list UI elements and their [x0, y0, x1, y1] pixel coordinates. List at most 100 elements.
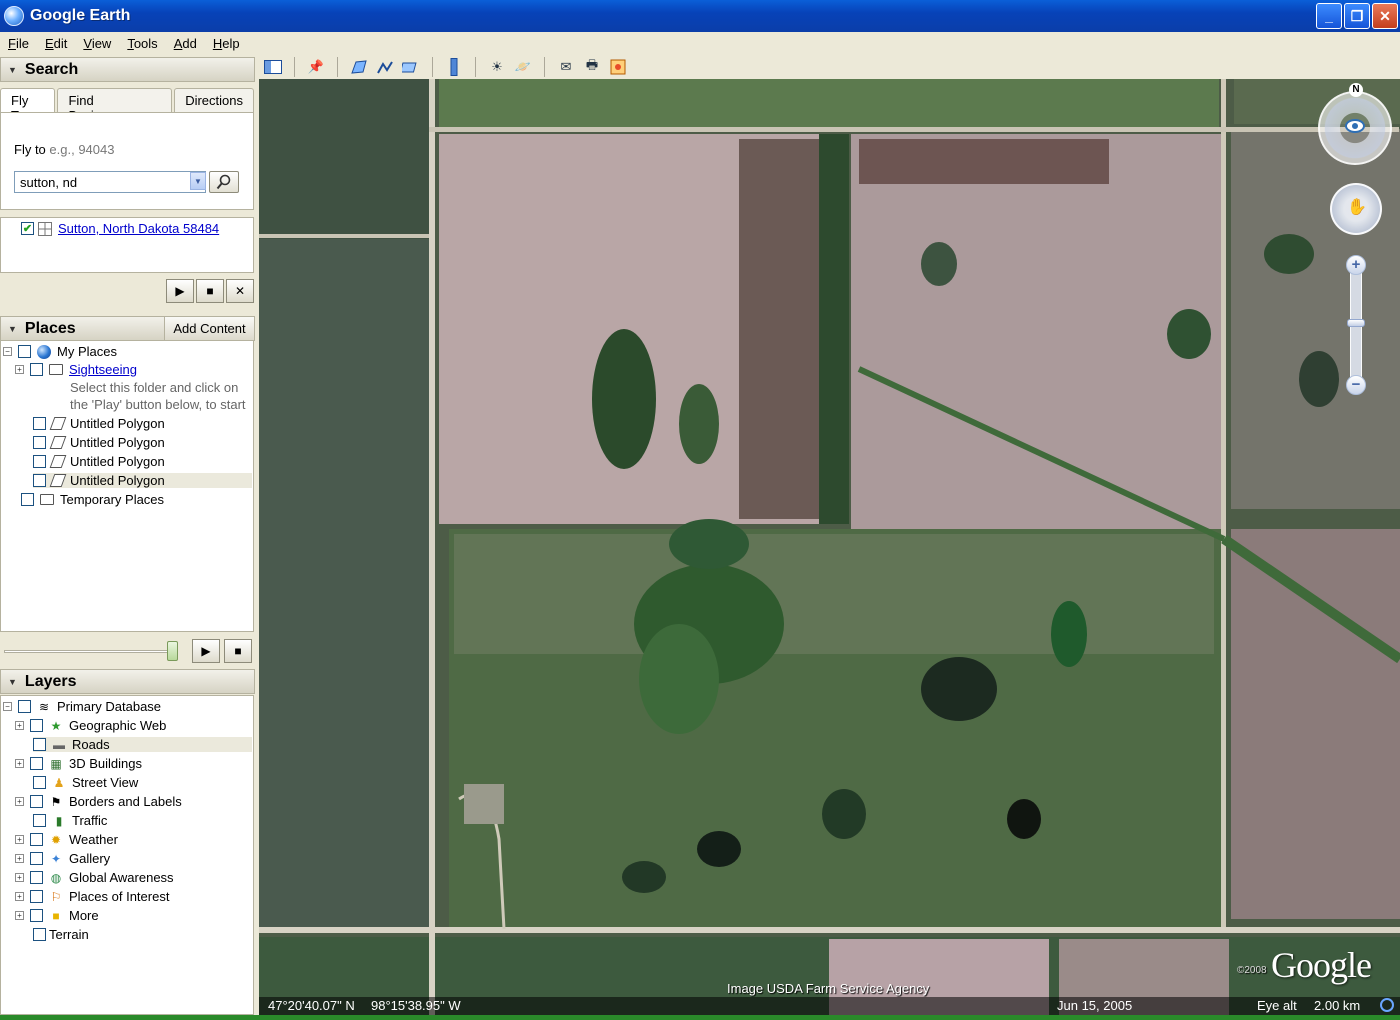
layer-checkbox[interactable] [33, 928, 46, 941]
layer-checkbox[interactable] [33, 776, 46, 789]
tour-speed-slider[interactable] [4, 650, 174, 653]
clear-results-button[interactable]: ✕ [226, 279, 254, 303]
zoom-thumb[interactable] [1347, 319, 1365, 327]
tree-item-polygon[interactable]: Untitled Polygon [33, 416, 165, 431]
stop-button[interactable]: ■ [196, 279, 224, 303]
zoom-out-button[interactable]: − [1346, 375, 1366, 395]
collapse-triangle-icon[interactable]: ▼ [8, 65, 17, 75]
layer-primary-database[interactable]: − ≋ Primary Database [3, 699, 161, 714]
tree-item-polygon[interactable]: Untitled Polygon [33, 454, 165, 469]
fly-to-input[interactable]: sutton, nd [14, 171, 206, 193]
close-button[interactable]: ✕ [1372, 3, 1398, 29]
menu-help[interactable]: Help [205, 36, 248, 51]
tree-checkbox[interactable] [18, 345, 31, 358]
tree-checkbox[interactable] [33, 474, 46, 487]
tree-item-my-places[interactable]: − My Places [3, 344, 117, 359]
map-view-icon[interactable] [607, 57, 629, 77]
expander-icon[interactable]: + [15, 873, 24, 882]
expander-icon[interactable]: + [15, 854, 24, 863]
add-content-button[interactable]: Add Content [164, 317, 254, 340]
play-button[interactable]: ▶ [166, 279, 194, 303]
layer-checkbox[interactable] [30, 890, 43, 903]
expander-icon[interactable]: + [15, 835, 24, 844]
tree-checkbox[interactable] [33, 455, 46, 468]
ruler-icon[interactable] [443, 57, 465, 77]
layer-checkbox[interactable] [33, 814, 46, 827]
layer-weather[interactable]: + ✹ Weather [15, 832, 118, 847]
layer-terrain[interactable]: Terrain [33, 927, 89, 942]
places-panel-header[interactable]: ▼ Places Add Content [0, 316, 255, 341]
layer-places-of-interest[interactable]: + ⚐ Places of Interest [15, 889, 169, 904]
collapse-triangle-icon[interactable]: ▼ [8, 324, 17, 334]
add-path-icon[interactable] [374, 57, 396, 77]
layer-checkbox[interactable] [18, 700, 31, 713]
result-checkbox[interactable]: ✔ [21, 222, 34, 235]
layers-panel-header[interactable]: ▼ Layers [0, 669, 255, 694]
sidebar-toggle-icon[interactable] [262, 57, 284, 77]
hand-icon[interactable]: ✋ [1347, 199, 1367, 217]
placemark-icon[interactable]: 📌 [305, 57, 327, 77]
layer-borders-labels[interactable]: + ⚑ Borders and Labels [15, 794, 182, 809]
layer-global-awareness[interactable]: + ◍ Global Awareness [15, 870, 174, 885]
maximize-button[interactable]: ❐ [1344, 3, 1370, 29]
eye-icon[interactable] [1345, 119, 1365, 133]
add-polygon-icon[interactable] [348, 57, 370, 77]
expander-icon[interactable]: − [3, 347, 12, 356]
tree-item-polygon[interactable]: Untitled Polygon [33, 473, 252, 488]
search-result-item[interactable]: ✔ Sutton, North Dakota 58484 [6, 221, 219, 236]
layer-checkbox[interactable] [30, 909, 43, 922]
expander-icon[interactable]: + [15, 721, 24, 730]
expander-icon[interactable]: + [15, 759, 24, 768]
search-button[interactable] [209, 171, 239, 193]
expander-icon[interactable]: + [15, 911, 24, 920]
layer-traffic[interactable]: ▮ Traffic [33, 813, 107, 828]
tree-item-sightseeing[interactable]: + Sightseeing [15, 362, 137, 377]
planet-icon[interactable]: 🪐 [512, 57, 534, 77]
places-stop-button[interactable]: ■ [224, 639, 252, 663]
layer-checkbox[interactable] [30, 871, 43, 884]
tree-checkbox[interactable] [33, 417, 46, 430]
print-icon[interactable]: 🖶 [581, 57, 603, 77]
layer-checkbox[interactable] [30, 852, 43, 865]
layer-checkbox[interactable] [30, 795, 43, 808]
tab-find-businesses[interactable]: Find Businesses [57, 88, 173, 123]
tree-checkbox[interactable] [21, 493, 34, 506]
layer-gallery[interactable]: + ✦ Gallery [15, 851, 110, 866]
layer-checkbox[interactable] [30, 757, 43, 770]
layer-roads[interactable]: ▬ Roads [33, 737, 252, 752]
search-panel-header[interactable]: ▼ Search [0, 57, 255, 82]
tree-item-temporary-places[interactable]: Temporary Places [21, 492, 164, 507]
expander-icon[interactable]: + [15, 797, 24, 806]
north-indicator[interactable]: N [1349, 83, 1363, 97]
layer-street-view[interactable]: ♟ Street View [33, 775, 138, 790]
tab-directions[interactable]: Directions [174, 88, 254, 112]
result-link[interactable]: Sutton, North Dakota 58484 [58, 221, 219, 236]
expander-icon[interactable]: + [15, 892, 24, 901]
places-play-button[interactable]: ▶ [192, 639, 220, 663]
tree-checkbox[interactable] [30, 363, 43, 376]
image-overlay-icon[interactable] [400, 57, 422, 77]
sunlight-icon[interactable]: ☀ [486, 57, 508, 77]
expander-icon[interactable]: + [15, 365, 24, 374]
expander-icon[interactable]: − [3, 702, 12, 711]
slider-thumb[interactable] [167, 641, 178, 661]
menu-add[interactable]: Add [166, 36, 205, 51]
zoom-in-button[interactable]: + [1346, 255, 1366, 275]
menu-view[interactable]: View [75, 36, 119, 51]
tree-item-polygon[interactable]: Untitled Polygon [33, 435, 165, 450]
menu-file[interactable]: File [0, 36, 37, 51]
layer-geographic-web[interactable]: + ★ Geographic Web [15, 718, 166, 733]
layer-checkbox[interactable] [30, 833, 43, 846]
satellite-imagery[interactable] [259, 79, 1400, 1015]
layer-checkbox[interactable] [30, 719, 43, 732]
minimize-button[interactable]: _ [1316, 3, 1342, 29]
menu-tools[interactable]: Tools [119, 36, 165, 51]
layer-3d-buildings[interactable]: + ▦ 3D Buildings [15, 756, 142, 771]
menu-edit[interactable]: Edit [37, 36, 75, 51]
layer-checkbox[interactable] [33, 738, 46, 751]
earth-view[interactable]: N ✋ + − ©2008 Google Image USDA Farm Ser… [259, 79, 1400, 1015]
email-icon[interactable]: ✉ [555, 57, 577, 77]
history-dropdown-icon[interactable]: ▼ [190, 172, 206, 190]
tab-fly-to[interactable]: Fly To [0, 88, 56, 123]
layer-more[interactable]: + ■ More [15, 908, 99, 923]
